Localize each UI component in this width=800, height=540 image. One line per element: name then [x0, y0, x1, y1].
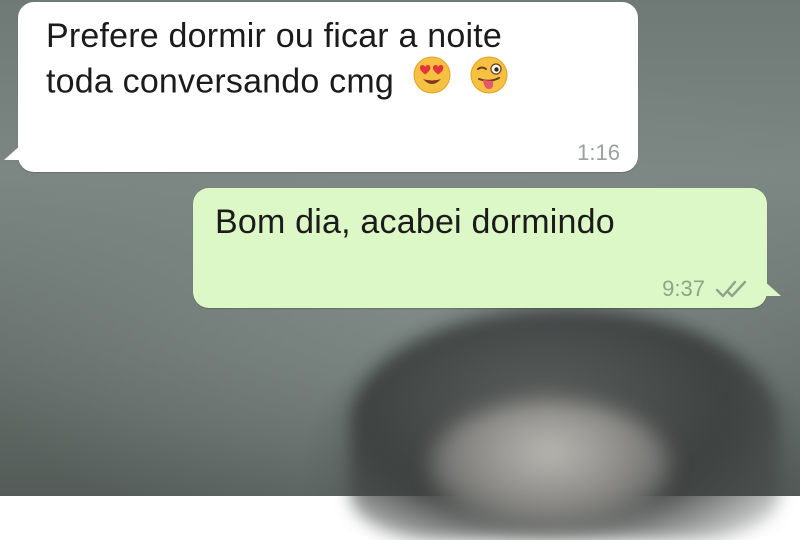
heart-eyes-emoji	[412, 55, 452, 106]
incoming-message-text: Prefere dormir ou ficar a noite toda con…	[46, 14, 608, 109]
winking-tongue-emoji	[469, 55, 509, 106]
outgoing-message-meta: 9:37	[662, 276, 753, 302]
incoming-message-time: 1:16	[577, 140, 620, 165]
incoming-message-bubble[interactable]: Prefere dormir ou ficar a noite toda con…	[4, 2, 638, 172]
outgoing-message-text: Bom dia, acabei dormindo	[215, 203, 615, 241]
background-photo-highlight	[430, 400, 670, 530]
incoming-message-line-1: Prefere dormir ou ficar a noite	[46, 17, 502, 55]
double-tick-icon	[715, 278, 753, 300]
outgoing-message-time: 9:37	[662, 276, 705, 301]
incoming-message-meta: 1:16	[577, 140, 620, 166]
outgoing-message-bubble[interactable]: Bom dia, acabei dormindo 9:37	[193, 188, 781, 308]
incoming-message-line-2: toda conversando cmg	[46, 55, 608, 109]
incoming-message-line-2-text: toda conversando cmg	[46, 62, 394, 101]
